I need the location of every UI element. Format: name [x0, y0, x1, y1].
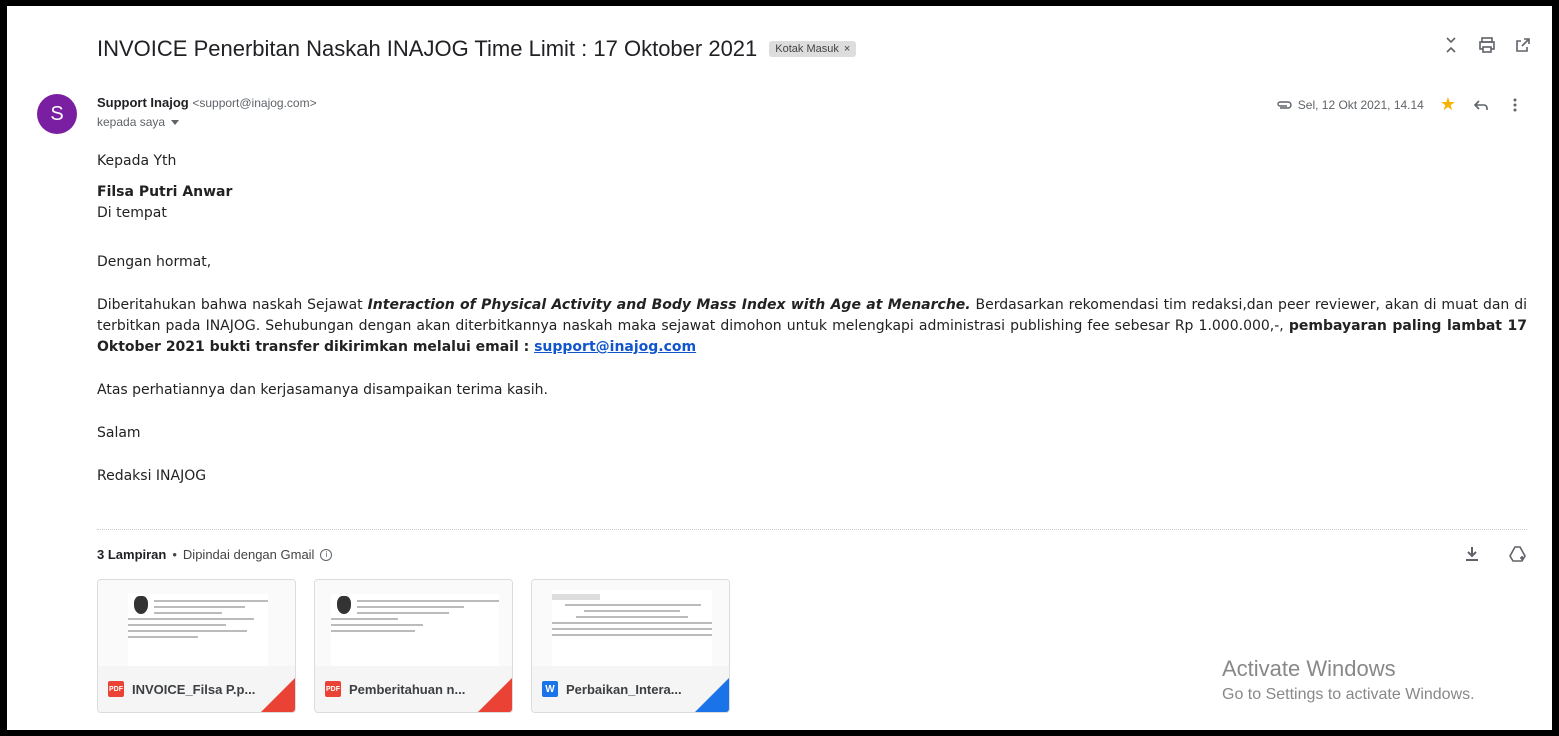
- message-meta: Sel, 12 Okt 2021, 14.14 ★: [1276, 94, 1524, 115]
- attachment-list: PDF INVOICE_Filsa P.p... PDF Pemberitahu…: [97, 579, 730, 713]
- closing: Salam: [97, 425, 141, 441]
- divider: [97, 529, 1527, 530]
- top-actions: [1442, 36, 1532, 54]
- attachment-card[interactable]: PDF INVOICE_Filsa P.p...: [97, 579, 296, 713]
- watermark-subtitle: Go to Settings to activate Windows.: [1222, 686, 1475, 703]
- watermark-title: Activate Windows: [1222, 656, 1396, 681]
- activation-watermark: Activate Windows Go to Settings to activ…: [1222, 656, 1475, 704]
- sender-block: Support Inajog <support@inajog.com> kepa…: [97, 95, 317, 129]
- open-new-window-icon[interactable]: [1514, 36, 1532, 54]
- attachment-card[interactable]: W Perbaikan_Intera...: [531, 579, 730, 713]
- more-options-icon[interactable]: [1506, 96, 1524, 114]
- main-paragraph: Diberitahukan bahwa naskah Sejawat Inter…: [97, 295, 1527, 358]
- attachment-thumbnail: [315, 580, 512, 668]
- attachment-name: Perbaikan_Intera...: [566, 681, 682, 697]
- subject-row: INVOICE Penerbitan Naskah INAJOG Time Li…: [97, 36, 857, 62]
- recipient-toggle[interactable]: kepada saya: [97, 115, 317, 129]
- info-icon[interactable]: i: [320, 548, 333, 561]
- collapse-icon[interactable]: [1442, 36, 1460, 54]
- support-email-link[interactable]: support@inajog.com: [534, 339, 696, 355]
- download-all-icon[interactable]: [1463, 545, 1481, 563]
- message-body: Kepada Yth Filsa Putri Anwar Di tempat D…: [97, 151, 1527, 509]
- remove-label-icon[interactable]: ×: [844, 43, 850, 55]
- sender-name[interactable]: Support Inajog: [97, 95, 189, 110]
- word-icon: W: [542, 681, 558, 697]
- corner-fold: [261, 678, 295, 712]
- attachment-thumbnail: [532, 580, 729, 668]
- sender-email: <support@inajog.com>: [192, 96, 317, 110]
- recipient-name: Filsa Putri Anwar: [97, 184, 233, 200]
- add-to-drive-icon[interactable]: [1509, 545, 1527, 563]
- attachment-card[interactable]: PDF Pemberitahuan n...: [314, 579, 513, 713]
- attachment-actions: [1463, 545, 1527, 563]
- star-icon[interactable]: ★: [1440, 94, 1456, 115]
- attachments-header: 3 Lampiran • Dipindai dengan Gmail i: [97, 547, 333, 562]
- corner-fold: [695, 678, 729, 712]
- pdf-icon: PDF: [325, 681, 341, 697]
- avatar[interactable]: S: [37, 94, 77, 134]
- attachment-count: 3 Lampiran: [97, 547, 167, 562]
- attachment-thumbnail: [98, 580, 295, 668]
- attachment-icon: [1277, 100, 1292, 109]
- reply-icon[interactable]: [1472, 96, 1490, 114]
- chevron-down-icon[interactable]: [171, 119, 180, 125]
- manuscript-title: Interaction of Physical Activity and Bod…: [367, 297, 971, 313]
- attachment-name: Pemberitahuan n...: [349, 681, 466, 697]
- salutation: Dengan hormat,: [97, 254, 212, 270]
- greeting: Kepada Yth: [97, 153, 177, 169]
- message-date: Sel, 12 Okt 2021, 14.14: [1297, 97, 1424, 112]
- email-view: INVOICE Penerbitan Naskah INAJOG Time Li…: [7, 6, 1552, 730]
- pdf-icon: PDF: [108, 681, 124, 697]
- scan-label: Dipindai dengan Gmail: [182, 547, 315, 562]
- separator-dot: •: [172, 547, 177, 562]
- date-group: Sel, 12 Okt 2021, 14.14: [1276, 98, 1424, 112]
- inbox-label-chip[interactable]: Kotak Masuk ×: [769, 41, 857, 57]
- thanks-line: Atas perhatiannya dan kerjasamanya disam…: [97, 382, 548, 398]
- attachment-name: INVOICE_Filsa P.p...: [132, 681, 256, 697]
- signature: Redaksi INAJOG: [97, 468, 207, 484]
- email-subject: INVOICE Penerbitan Naskah INAJOG Time Li…: [97, 36, 758, 61]
- print-icon[interactable]: [1478, 36, 1496, 54]
- label-chip-text: Kotak Masuk: [775, 43, 839, 55]
- recipient-place: Di tempat: [97, 205, 167, 221]
- recipient-label: kepada saya: [97, 115, 166, 129]
- para-intro: Diberitahukan bahwa naskah Sejawat: [97, 297, 368, 313]
- corner-fold: [478, 678, 512, 712]
